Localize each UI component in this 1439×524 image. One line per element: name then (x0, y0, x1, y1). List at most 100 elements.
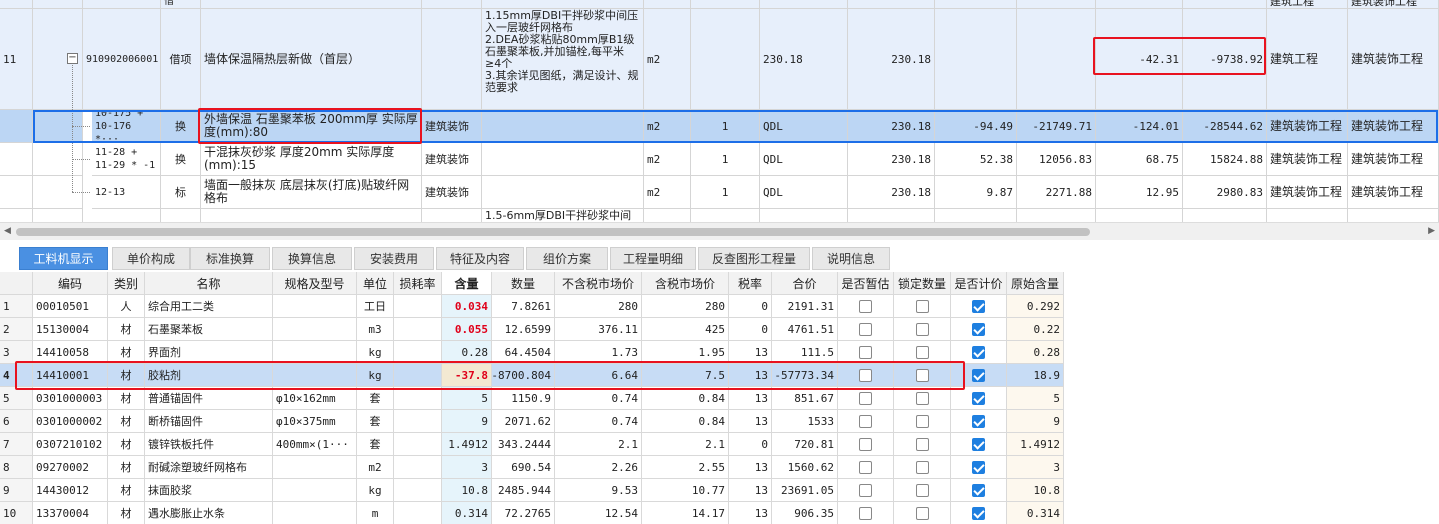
checkbox[interactable] (859, 368, 872, 382)
material-cell-priced[interactable] (951, 318, 1007, 341)
checkbox-checked[interactable] (972, 391, 985, 405)
material-cell-priced[interactable] (951, 341, 1007, 364)
material-cell-est[interactable] (838, 410, 894, 433)
material-cell-est[interactable] (838, 318, 894, 341)
material-cell-lock[interactable] (894, 318, 951, 341)
checkbox[interactable] (915, 322, 929, 336)
column-header[interactable]: 名称 (145, 272, 273, 295)
column-header[interactable]: 合价 (772, 272, 838, 295)
column-header[interactable] (0, 272, 33, 295)
material-cell-priced[interactable] (951, 502, 1007, 524)
scroll-left-icon[interactable]: ◀ (4, 226, 11, 236)
tab-5[interactable]: 安装费用 (354, 247, 434, 270)
material-cell-lock[interactable] (894, 364, 951, 387)
collapse-toggle-icon[interactable]: − (67, 53, 78, 64)
tab-6[interactable]: 特征及内容 (436, 247, 524, 270)
checkbox-checked[interactable] (972, 322, 985, 336)
column-header[interactable]: 是否计价 (951, 272, 1007, 295)
column-header[interactable]: 数量 (492, 272, 555, 295)
material-cell-est[interactable] (838, 341, 894, 364)
checkbox-checked[interactable] (972, 460, 985, 474)
column-header[interactable]: 不含税市场价 (555, 272, 642, 295)
checkbox[interactable] (859, 299, 872, 313)
checkbox-checked[interactable] (972, 506, 985, 520)
material-cell-est[interactable] (838, 479, 894, 502)
column-header[interactable]: 原始含量 (1007, 272, 1064, 295)
column-header[interactable]: 损耗率 (394, 272, 442, 295)
column-header[interactable]: 锁定数量 (894, 272, 951, 295)
checkbox[interactable] (859, 437, 872, 451)
bill-row-partial[interactable]: 借 建筑工程 建筑装饰工程 (0, 0, 1439, 9)
bill-row[interactable]: 12-13 标墙面一般抹灰 底层抹灰(打底)贴玻纤网格布 建筑装饰 m2 1 QDL 230… (0, 176, 1439, 209)
tab-7[interactable]: 组价方案 (526, 247, 608, 270)
material-row[interactable]: 5 0301000003 材普通锚固件 φ10×162mm 套 5 1150.9 0.74 0.… (0, 387, 1439, 410)
material-cell-lock[interactable] (894, 387, 951, 410)
material-row[interactable]: 4 14410001 材胶粘剂 kg -37.8 -8700.804 6.64 7.5 13 -5… (0, 364, 1439, 387)
checkbox[interactable] (915, 368, 929, 382)
material-cell-est[interactable] (838, 456, 894, 479)
material-cell-lock[interactable] (894, 410, 951, 433)
tab-9[interactable]: 反查图形工程量 (698, 247, 810, 270)
checkbox[interactable] (915, 483, 929, 497)
column-header[interactable]: 是否暂估 (838, 272, 894, 295)
tab-4[interactable]: 换算信息 (272, 247, 352, 270)
material-cell-priced[interactable] (951, 364, 1007, 387)
material-cell-lock[interactable] (894, 456, 951, 479)
material-row[interactable]: 3 14410058 材界面剂 kg 0.28 64.4504 1.73 1.95 13 111.… (0, 341, 1439, 364)
material-cell-lock[interactable] (894, 479, 951, 502)
material-row[interactable]: 2 15130004 材石墨聚苯板 m3 0.055 12.6599 376.11 425 0 4… (0, 318, 1439, 341)
column-header[interactable]: 类别 (108, 272, 145, 295)
checkbox-checked[interactable] (972, 483, 985, 497)
material-cell-est[interactable] (838, 364, 894, 387)
bill-row[interactable]: 11 910902006001 借项 墙体保温隔热层新做（首层） 1.15mm厚DBI干… (0, 9, 1439, 110)
tab-3[interactable]: 标准换算 (190, 247, 270, 270)
checkbox[interactable] (859, 322, 872, 336)
material-cell-lock[interactable] (894, 502, 951, 524)
material-cell-est[interactable] (838, 295, 894, 318)
tab-10[interactable]: 说明信息 (812, 247, 890, 270)
column-header[interactable]: 含税市场价 (642, 272, 729, 295)
tab-2[interactable]: 单价构成 (112, 247, 190, 270)
checkbox[interactable] (859, 483, 872, 497)
material-cell-est[interactable] (838, 387, 894, 410)
material-cell-lock[interactable] (894, 295, 951, 318)
material-cell-est[interactable] (838, 433, 894, 456)
checkbox-checked[interactable] (972, 299, 985, 313)
checkbox[interactable] (859, 414, 872, 428)
scroll-right-icon[interactable]: ▶ (1428, 226, 1435, 236)
material-cell-priced[interactable] (951, 456, 1007, 479)
checkbox[interactable] (859, 345, 872, 359)
material-row[interactable]: 1 00010501 人综合用工二类 工日 0.034 7.8261 280 280 0 2191… (0, 295, 1439, 318)
checkbox[interactable] (915, 391, 929, 405)
checkbox[interactable] (915, 506, 929, 520)
bill-row[interactable]: 10-175 +10-176 *··· 换外墙保温 石墨聚苯板 200mm厚 实际… (0, 110, 1439, 143)
checkbox-checked[interactable] (972, 414, 985, 428)
material-row[interactable]: 7 0307210102 材镀锌铁板托件 400mm×(1··· 套 1.4912 343.… (0, 433, 1439, 456)
column-header[interactable]: 含量 (442, 272, 492, 295)
material-cell-priced[interactable] (951, 479, 1007, 502)
checkbox[interactable] (915, 414, 929, 428)
column-header[interactable]: 单位 (357, 272, 394, 295)
scrollbar-thumb[interactable] (16, 228, 1090, 236)
column-header[interactable]: 规格及型号 (273, 272, 357, 295)
horizontal-scrollbar[interactable]: ◀ ▶ (0, 222, 1439, 240)
column-header[interactable]: 税率 (729, 272, 772, 295)
checkbox-checked[interactable] (972, 368, 985, 382)
material-row[interactable]: 10 13370004 材遇水膨胀止水条 m 0.314 72.2765 12.54 14.1… (0, 502, 1439, 524)
material-cell-lock[interactable] (894, 433, 951, 456)
checkbox-checked[interactable] (972, 345, 985, 359)
checkbox-checked[interactable] (972, 437, 985, 451)
checkbox[interactable] (859, 391, 872, 405)
material-cell-priced[interactable] (951, 295, 1007, 318)
checkbox[interactable] (915, 345, 929, 359)
material-row[interactable]: 8 09270002 材耐碱涂塑玻纤网格布 m2 3 690.54 2.26 2.55 13 15… (0, 456, 1439, 479)
material-cell-priced[interactable] (951, 387, 1007, 410)
tab-8[interactable]: 工程量明细 (610, 247, 696, 270)
material-cell-lock[interactable] (894, 341, 951, 364)
checkbox[interactable] (859, 506, 872, 520)
checkbox[interactable] (859, 460, 872, 474)
material-cell-est[interactable] (838, 502, 894, 524)
bill-row[interactable]: 1.5-6mm厚DBI干拌砂浆中间压 (0, 209, 1439, 222)
tab-1[interactable]: 工料机显示 (19, 247, 108, 270)
column-header[interactable]: 编码 (33, 272, 108, 295)
